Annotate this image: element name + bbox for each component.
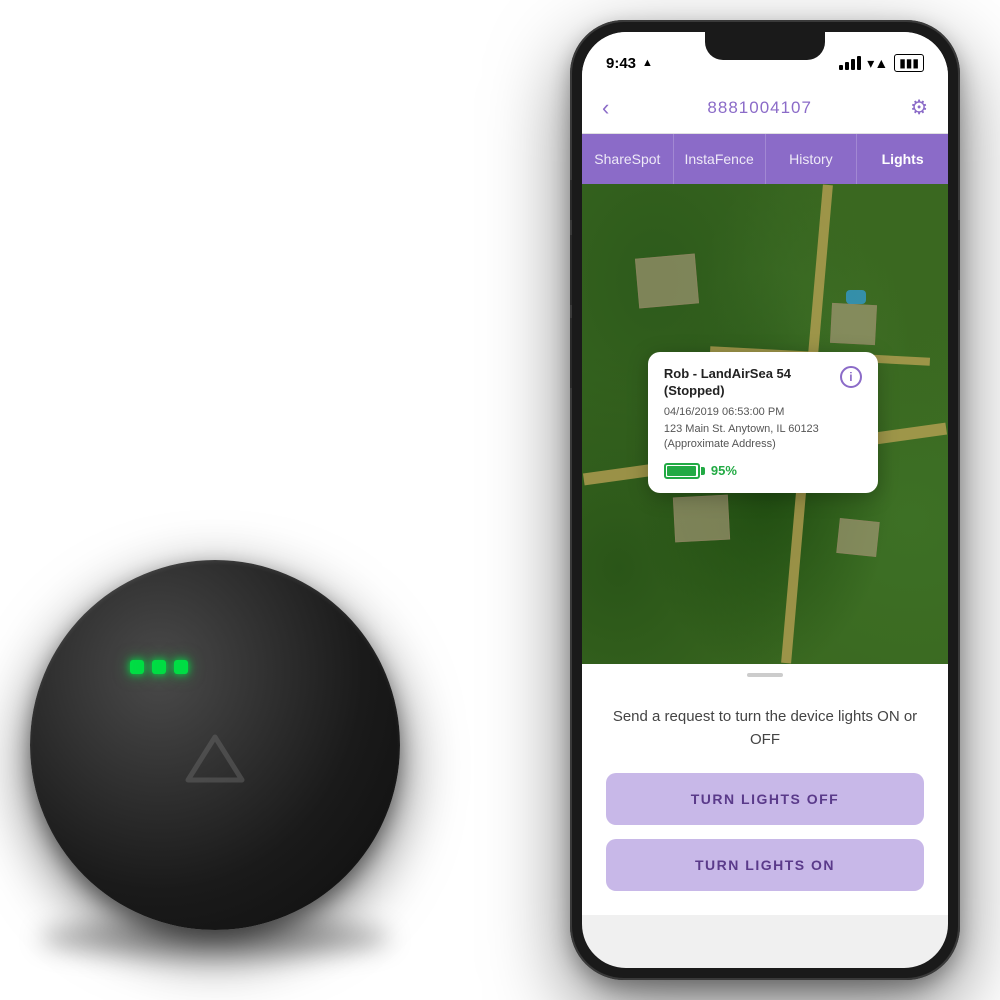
info-icon-label: i — [849, 370, 852, 384]
status-time: 9:43 ▲ — [606, 55, 653, 72]
tab-instafence-label: InstaFence — [684, 151, 753, 167]
device-lights — [130, 660, 188, 674]
popup-device-info: Rob - LandAirSea 54 (Stopped) — [664, 366, 791, 400]
tab-bar: ShareSpot InstaFence History Lights — [582, 134, 948, 184]
device-light-3 — [174, 660, 188, 674]
address-line2: (Approximate Address) — [664, 438, 776, 450]
device-logo — [175, 720, 255, 800]
map-building-4 — [836, 518, 879, 557]
phone-notch — [705, 32, 825, 60]
popup-device-name: Rob - LandAirSea 54 (Stopped) — [664, 366, 791, 400]
battery-cap — [701, 467, 705, 475]
device-body — [30, 560, 400, 930]
wifi-icon: ▾▲ — [867, 55, 888, 72]
battery-percentage: 95% — [711, 463, 737, 478]
map-view[interactable]: Rob - LandAirSea 54 (Stopped) i 04/16/20… — [582, 184, 948, 664]
lights-description-text: Send a request to turn the device lights… — [613, 708, 917, 748]
device-name-text: Rob - LandAirSea 54 — [664, 366, 791, 381]
divider-handle — [582, 664, 948, 686]
location-popup[interactable]: Rob - LandAirSea 54 (Stopped) i 04/16/20… — [648, 352, 878, 493]
back-button[interactable]: ‹ — [602, 95, 609, 121]
power-button — [958, 220, 960, 290]
volume-down-button — [570, 318, 572, 388]
popup-header: Rob - LandAirSea 54 (Stopped) i — [664, 366, 862, 400]
status-icons: ▾▲ ▮▮▮ — [839, 54, 924, 72]
map-pool — [846, 290, 866, 304]
device-light-2 — [152, 660, 166, 674]
time-display: 9:43 — [606, 55, 636, 72]
phone-frame: 9:43 ▲ ▾▲ ▮▮▮ ‹ 8881004107 — [570, 20, 960, 980]
device-light-1 — [130, 660, 144, 674]
mute-button — [570, 180, 572, 220]
popup-datetime: 04/16/2019 06:53:00 PM — [664, 406, 862, 418]
battery-fill — [667, 466, 696, 476]
signal-bar-3 — [851, 59, 855, 70]
lights-description: Send a request to turn the device lights… — [606, 706, 924, 751]
tab-lights[interactable]: Lights — [857, 134, 948, 184]
popup-battery: 95% — [664, 463, 862, 479]
device-status-text: (Stopped) — [664, 383, 725, 398]
battery-body — [664, 463, 700, 479]
tab-lights-label: Lights — [882, 151, 924, 167]
address-line1: 123 Main St. Anytown, IL 60123 — [664, 423, 819, 435]
volume-up-button — [570, 235, 572, 305]
phone-frame-container: 9:43 ▲ ▾▲ ▮▮▮ ‹ 8881004107 — [570, 20, 960, 980]
tab-sharespot-label: ShareSpot — [594, 151, 660, 167]
signal-bar-1 — [839, 65, 843, 70]
cellular-signal-icon — [839, 56, 861, 70]
tab-instafence[interactable]: InstaFence — [674, 134, 766, 184]
lights-panel: Send a request to turn the device lights… — [582, 686, 948, 915]
battery-status-icon: ▮▮▮ — [894, 54, 924, 72]
tab-history-label: History — [789, 151, 833, 167]
turn-lights-on-button[interactable]: TURN LIGHTS ON — [606, 839, 924, 891]
map-building-1 — [635, 253, 699, 308]
gps-device — [30, 560, 410, 940]
signal-bar-2 — [845, 62, 849, 70]
map-building-3 — [672, 495, 729, 543]
settings-icon[interactable]: ⚙ — [910, 95, 928, 120]
popup-info-icon[interactable]: i — [840, 366, 862, 388]
nav-title: 8881004107 — [707, 98, 812, 118]
map-building-2 — [830, 303, 877, 345]
battery-icon — [664, 463, 705, 479]
tab-sharespot[interactable]: ShareSpot — [582, 134, 674, 184]
phone-screen: 9:43 ▲ ▾▲ ▮▮▮ ‹ 8881004107 — [582, 32, 948, 968]
location-arrow-icon: ▲ — [642, 57, 653, 69]
divider-pill — [747, 673, 783, 677]
popup-address: 123 Main St. Anytown, IL 60123 (Approxim… — [664, 422, 862, 453]
nav-bar: ‹ 8881004107 ⚙ — [582, 82, 948, 134]
tab-history[interactable]: History — [766, 134, 858, 184]
signal-bar-4 — [857, 56, 861, 70]
turn-lights-off-button[interactable]: TURN LIGHTS OFF — [606, 773, 924, 825]
